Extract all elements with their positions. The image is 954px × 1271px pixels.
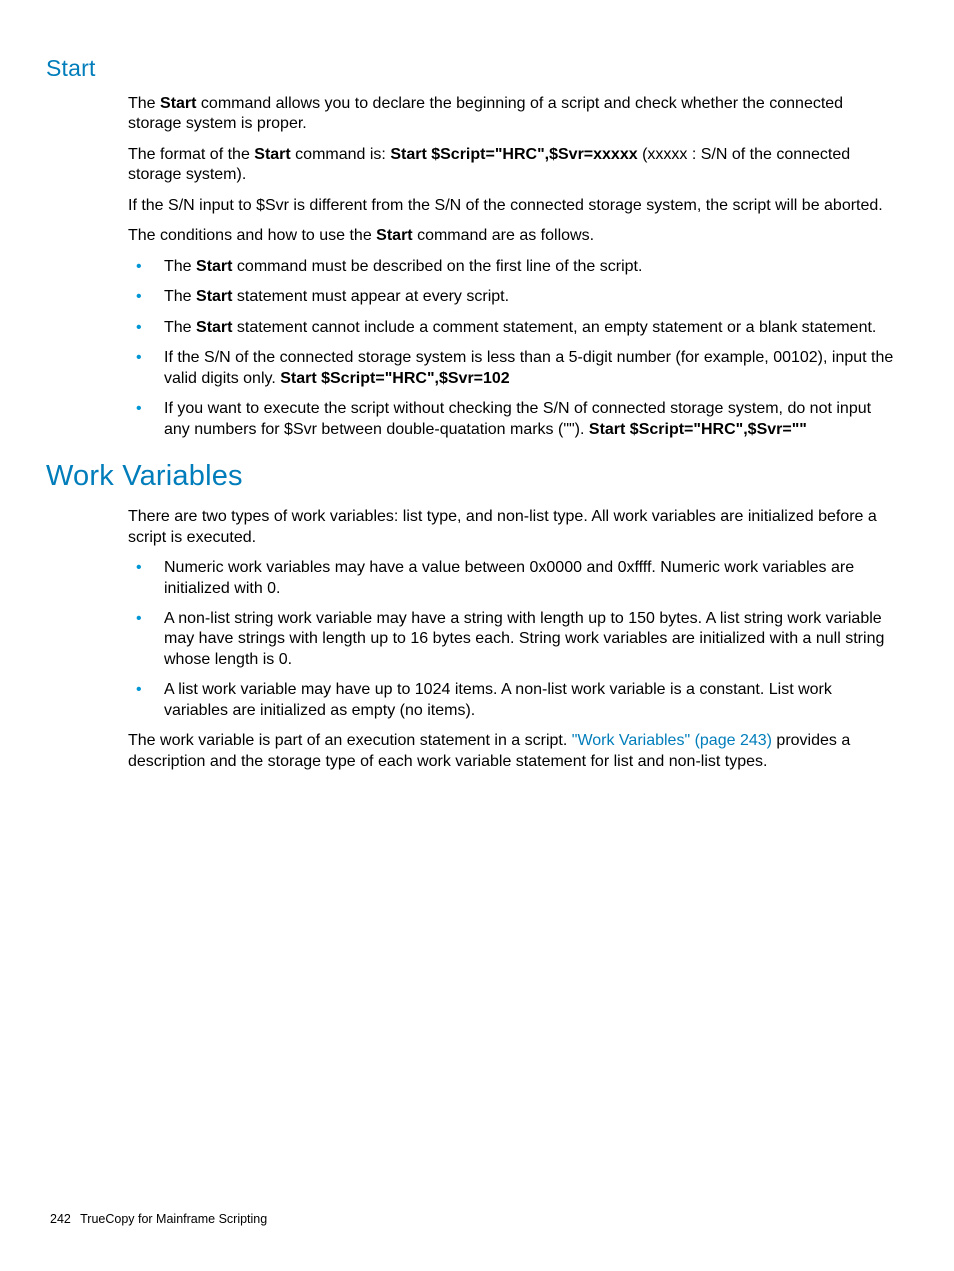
footer-title: TrueCopy for Mainframe Scripting xyxy=(80,1212,267,1226)
text: The xyxy=(164,288,196,305)
para-start-format: The format of the Start command is: Star… xyxy=(128,145,896,186)
heading-work-variables: Work Variables xyxy=(46,460,904,493)
text: statement cannot include a comment state… xyxy=(232,319,876,336)
page-number: 242 xyxy=(50,1212,71,1226)
text: command must be described on the first l… xyxy=(232,258,642,275)
para-wv-ref: The work variable is part of an executio… xyxy=(128,731,896,772)
heading-start: Start xyxy=(46,55,904,82)
text: The conditions and how to use the xyxy=(128,227,376,244)
list-item: The Start statement cannot include a com… xyxy=(128,318,896,338)
text: command allows you to declare the beginn… xyxy=(128,95,843,132)
text: The xyxy=(128,95,160,112)
text: If the S/N of the connected storage syst… xyxy=(164,349,893,386)
bold-start: Start xyxy=(196,258,232,275)
para-start-intro: The Start command allows you to declare … xyxy=(128,94,896,135)
list-item: A non-list string work variable may have… xyxy=(128,609,896,670)
list-item: The Start command must be described on t… xyxy=(128,257,896,277)
list-item: If you want to execute the script withou… xyxy=(128,399,896,440)
text: command is: xyxy=(291,146,391,163)
bold-start: Start xyxy=(196,288,232,305)
text: statement must appear at every script. xyxy=(232,288,509,305)
list-start-conditions: The Start command must be described on t… xyxy=(128,257,896,440)
list-item: Numeric work variables may have a value … xyxy=(128,558,896,599)
para-wv-intro: There are two types of work variables: l… xyxy=(128,507,896,548)
list-item: A list work variable may have up to 1024… xyxy=(128,680,896,721)
para-start-conditions: The conditions and how to use the Start … xyxy=(128,226,896,246)
list-work-variables: Numeric work variables may have a value … xyxy=(128,558,896,721)
text: The xyxy=(164,319,196,336)
link-work-variables-page[interactable]: "Work Variables" (page 243) xyxy=(572,732,772,749)
text: command are as follows. xyxy=(413,227,594,244)
page-footer: 242 TrueCopy for Mainframe Scripting xyxy=(50,1212,267,1226)
bold-start: Start xyxy=(376,227,412,244)
bold-start: Start xyxy=(196,319,232,336)
para-start-abort: If the S/N input to $Svr is different fr… xyxy=(128,196,896,216)
list-item: If the S/N of the connected storage syst… xyxy=(128,348,896,389)
text: The format of the xyxy=(128,146,254,163)
bold-start: Start xyxy=(254,146,290,163)
bold-example: Start $Script="HRC",$Svr=102 xyxy=(280,370,510,387)
text: The work variable is part of an executio… xyxy=(128,732,572,749)
bold-start: Start xyxy=(160,95,196,112)
bold-format: Start $Script="HRC",$Svr=xxxxx xyxy=(390,146,637,163)
bold-example: Start $Script="HRC",$Svr="" xyxy=(589,421,807,438)
text: The xyxy=(164,258,196,275)
list-item: The Start statement must appear at every… xyxy=(128,287,896,307)
